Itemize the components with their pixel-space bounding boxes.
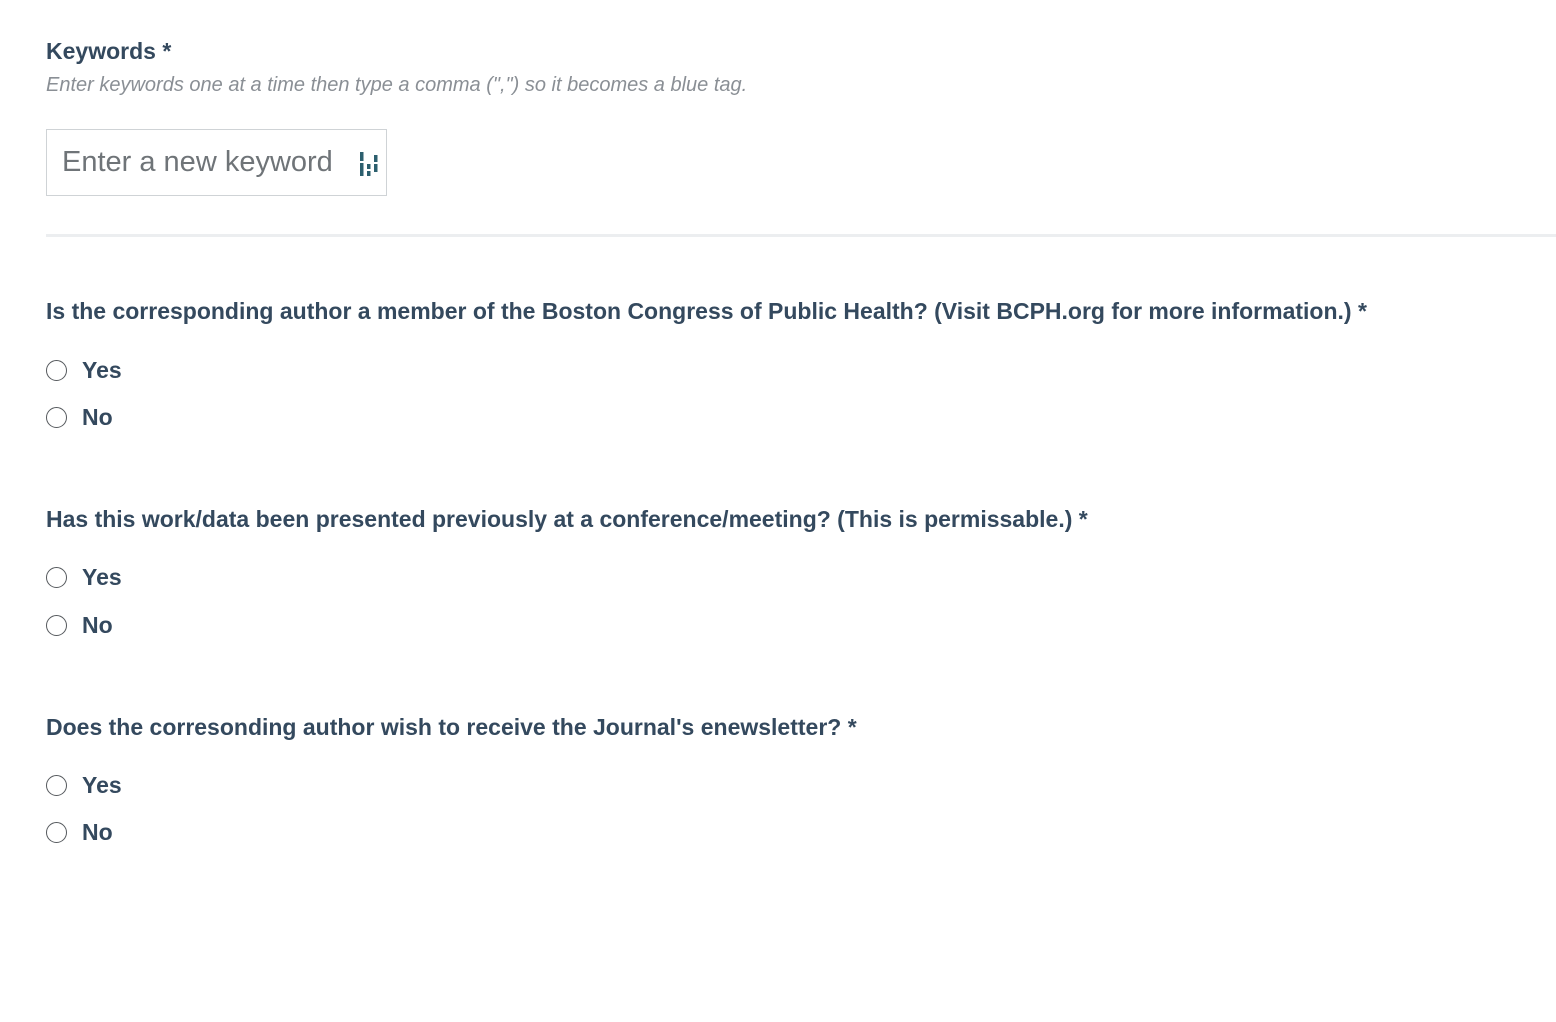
question-enewsletter: Does the corresonding author wish to rec…: [46, 714, 857, 740]
bcph-yes-option[interactable]: Yes: [46, 357, 122, 384]
radio-label: No: [82, 612, 113, 638]
keywords-hint: Enter keywords one at a time then type a…: [46, 74, 748, 96]
keyword-field[interactable]: [46, 129, 387, 196]
radio-label: No: [82, 404, 113, 430]
radio-button[interactable]: [46, 360, 67, 381]
radio-button[interactable]: [46, 822, 67, 843]
enewsletter-yes-option[interactable]: Yes: [46, 772, 122, 799]
radio-button[interactable]: [46, 567, 67, 588]
keyword-input[interactable]: [62, 146, 337, 179]
presented-yes-option[interactable]: Yes: [46, 564, 122, 591]
radio-label: No: [82, 819, 113, 845]
question-bcph-membership: Is the corresponding author a member of …: [46, 298, 1367, 324]
radio-label: Yes: [82, 564, 122, 590]
radio-label: Yes: [82, 772, 122, 798]
bcph-no-option[interactable]: No: [46, 404, 113, 431]
keywords-label: Keywords *: [46, 38, 172, 64]
password-manager-icon[interactable]: [359, 151, 381, 177]
question-presented-previously: Has this work/data been presented previo…: [46, 506, 1088, 532]
radio-label: Yes: [82, 357, 122, 383]
presented-no-option[interactable]: No: [46, 612, 113, 639]
enewsletter-no-option[interactable]: No: [46, 819, 113, 846]
radio-button[interactable]: [46, 615, 67, 636]
radio-button[interactable]: [46, 407, 67, 428]
radio-button[interactable]: [46, 775, 67, 796]
section-divider: [46, 234, 1556, 237]
